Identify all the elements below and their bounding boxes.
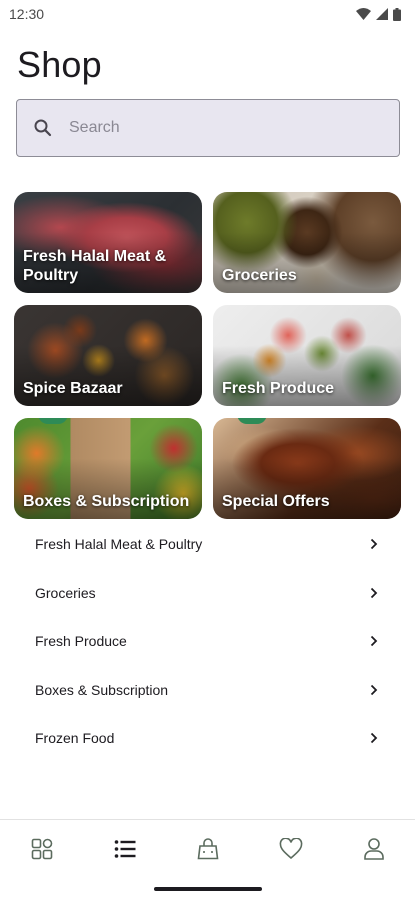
nav-shop-button[interactable] [101, 829, 149, 869]
heart-icon [279, 838, 302, 860]
grid-icon [31, 838, 52, 860]
tile-label: Boxes & Subscription [23, 493, 190, 510]
wifi-icon [356, 8, 371, 20]
tile-label: Special Offers [222, 493, 330, 510]
cell-signal-icon [376, 8, 388, 20]
list-item-label: Fresh Halal Meat & Poultry [35, 536, 203, 553]
category-grid: Fresh Halal Meat & Poultry Groceries Spi… [14, 192, 402, 519]
chevron-right-icon [369, 586, 379, 600]
list-item[interactable]: Frozen Food [0, 714, 415, 763]
list-item-label: Groceries [35, 584, 96, 601]
search-input[interactable] [69, 119, 359, 137]
search-bar[interactable] [16, 99, 400, 157]
list-icon [114, 840, 135, 858]
category-list: Fresh Halal Meat & Poultry Groceries Fre… [0, 520, 415, 763]
list-item-label: Boxes & Subscription [35, 681, 169, 698]
chevron-right-icon [369, 683, 379, 697]
status-bar: 12:30 [0, 0, 415, 28]
list-item-label: Frozen Food [35, 730, 115, 747]
category-tile-boxes[interactable]: Boxes & Subscription [14, 418, 202, 519]
tile-label: Spice Bazaar [23, 380, 123, 397]
category-tile-spice[interactable]: Spice Bazaar [14, 305, 202, 406]
home-indicator[interactable] [154, 887, 262, 891]
list-item[interactable]: Boxes & Subscription [0, 666, 415, 715]
category-tile-produce[interactable]: Fresh Produce [213, 305, 401, 406]
category-tile-offers[interactable]: Special Offers [213, 418, 401, 519]
category-tile-meat[interactable]: Fresh Halal Meat & Poultry [14, 192, 202, 293]
bag-icon [197, 838, 218, 860]
bottom-nav-bar [0, 819, 415, 900]
chevron-right-icon [369, 731, 379, 745]
nav-favorites-button[interactable] [267, 829, 315, 869]
list-item[interactable]: Fresh Produce [0, 617, 415, 666]
status-icons [356, 7, 401, 21]
battery-icon [393, 7, 401, 21]
chevron-right-icon [369, 537, 379, 551]
status-time: 12:30 [9, 6, 45, 22]
nav-cart-button[interactable] [184, 829, 232, 869]
bottom-nav-items [0, 820, 415, 878]
person-icon [363, 838, 384, 860]
tile-label: Fresh Halal Meat & Poultry [23, 248, 167, 284]
nav-profile-button[interactable] [350, 829, 398, 869]
list-item-label: Fresh Produce [35, 633, 127, 650]
category-tile-groceries[interactable]: Groceries [213, 192, 401, 293]
tile-label: Groceries [222, 267, 297, 284]
tile-label: Fresh Produce [222, 380, 335, 397]
chevron-right-icon [369, 634, 379, 648]
list-item[interactable]: Fresh Halal Meat & Poultry [0, 520, 415, 569]
search-icon [31, 116, 55, 140]
list-item[interactable]: Groceries [0, 569, 415, 618]
nav-home-button[interactable] [18, 829, 66, 869]
page-title: Shop [17, 44, 102, 85]
